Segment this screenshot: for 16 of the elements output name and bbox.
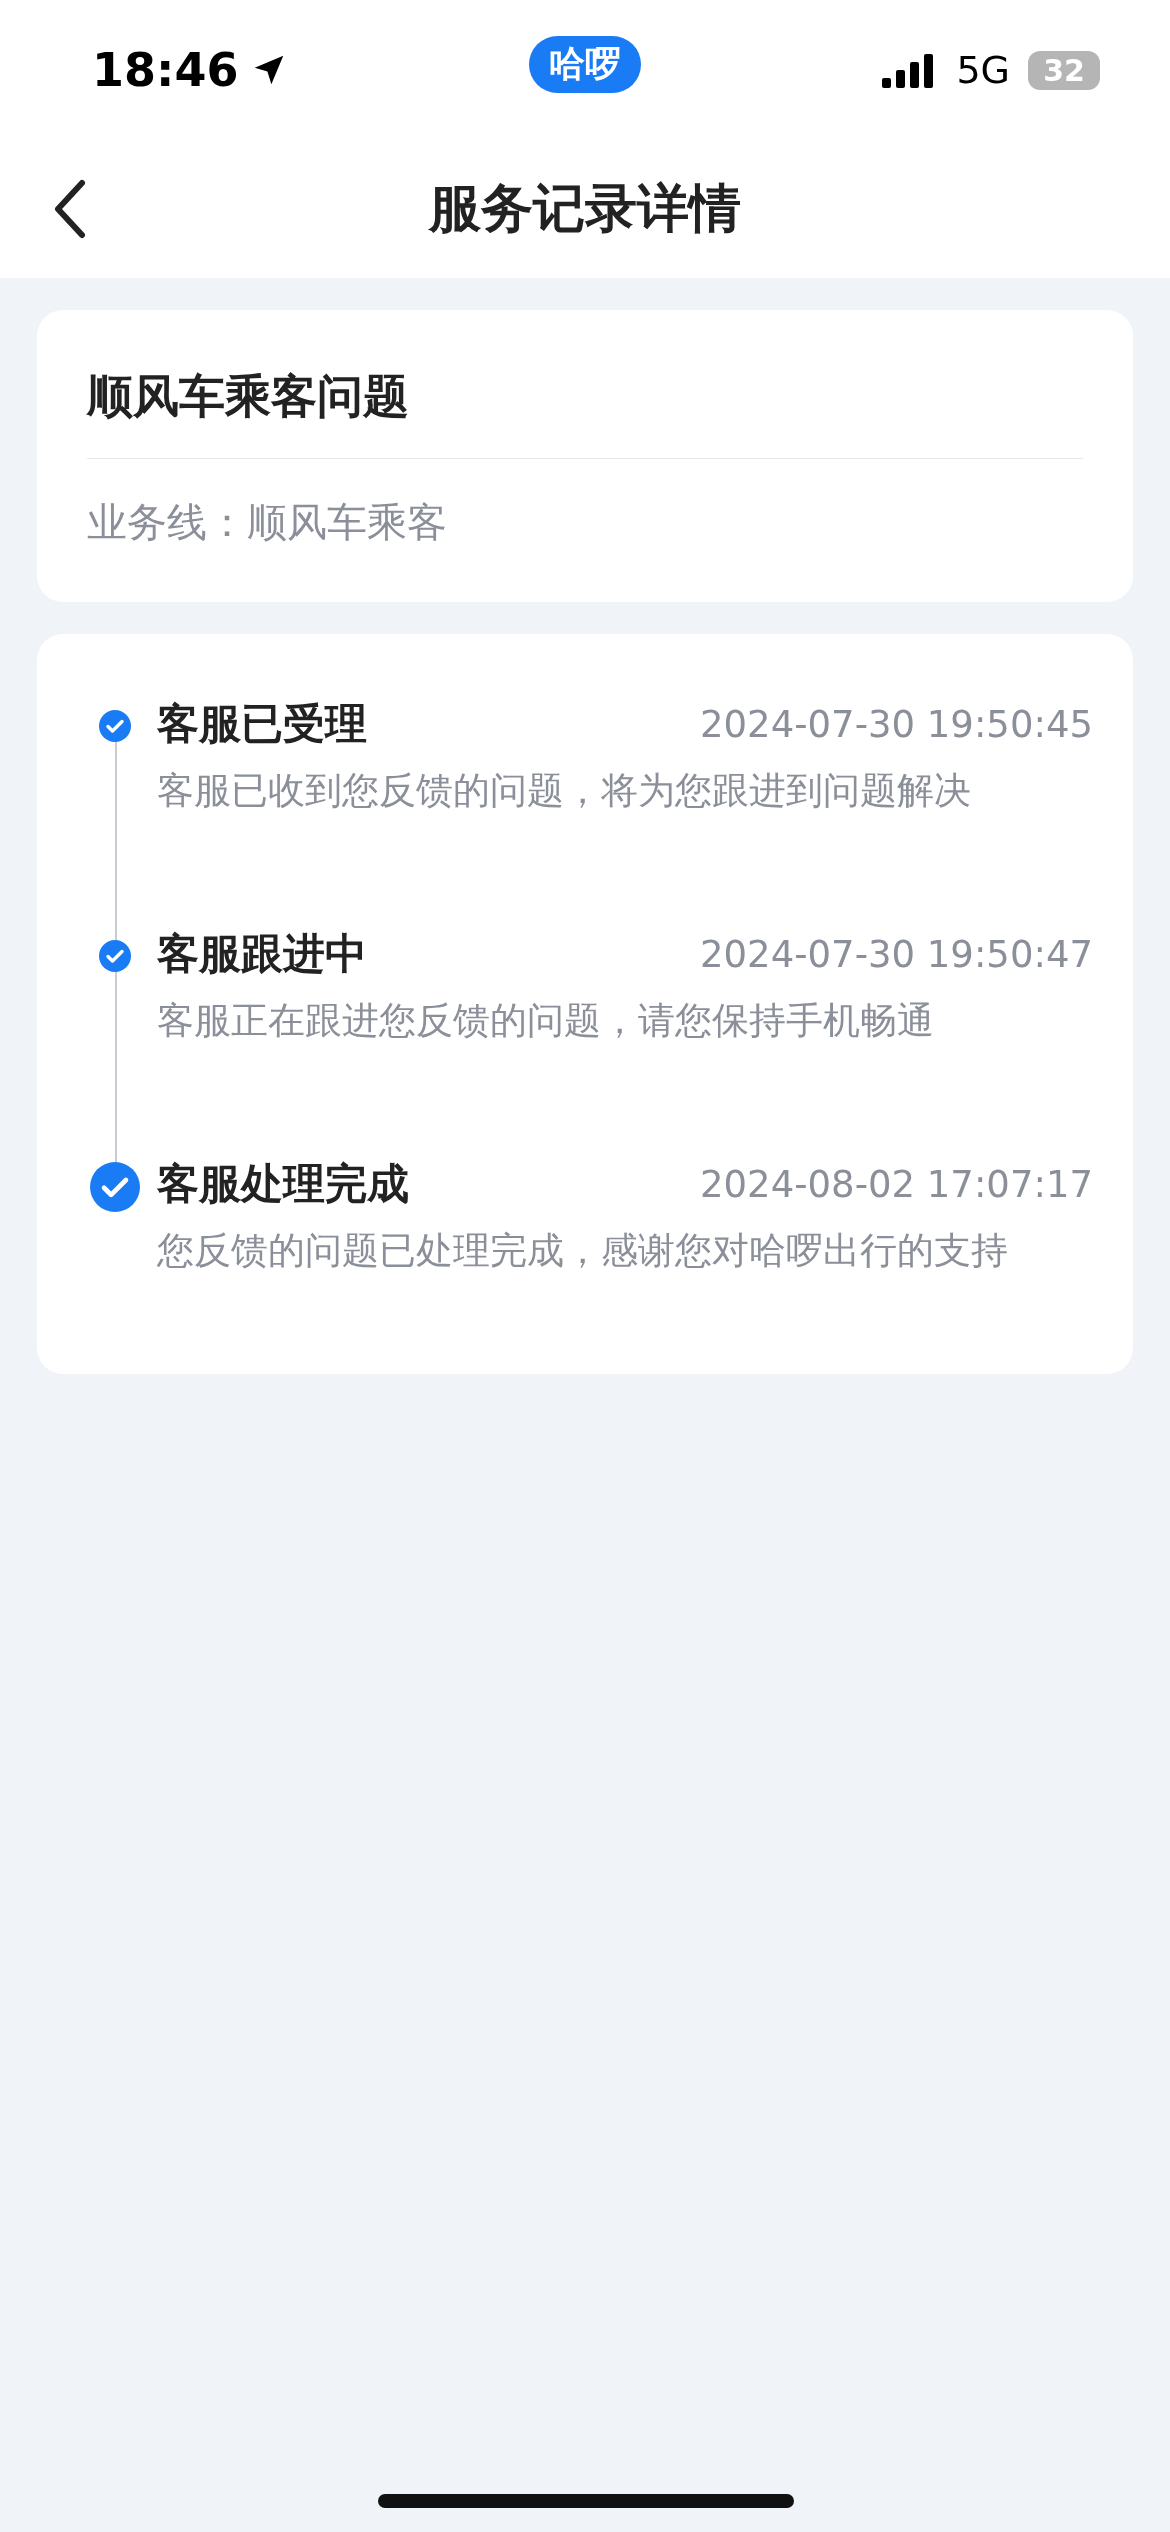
step-time: 2024-07-30 19:50:47 <box>700 932 1093 976</box>
status-time: 18:46 <box>92 43 239 97</box>
step-description: 您反馈的问题已处理完成，感谢您对哈啰出行的支持 <box>157 1229 1008 1272</box>
battery-level: 32 <box>1028 50 1100 90</box>
page-title: 服务记录详情 <box>429 177 741 240</box>
step-title: 客服已受理 <box>157 698 367 750</box>
step-description: 客服正在跟进您反馈的问题，请您保持手机畅通 <box>157 999 934 1042</box>
network-label: 5G <box>956 48 1010 92</box>
step-time: 2024-08-02 17:07:17 <box>700 1162 1093 1206</box>
step-title: 客服跟进中 <box>157 928 367 980</box>
step-description: 客服已收到您反馈的问题，将为您跟进到问题解决 <box>157 769 971 812</box>
step-time: 2024-07-30 19:50:45 <box>700 702 1093 746</box>
step-title: 客服处理完成 <box>157 1158 409 1210</box>
issue-title: 顺风车乘客问题 <box>87 368 409 425</box>
app-badge: 哈啰 <box>529 36 641 93</box>
business-line: 业务线：顺风车乘客 <box>87 499 447 545</box>
